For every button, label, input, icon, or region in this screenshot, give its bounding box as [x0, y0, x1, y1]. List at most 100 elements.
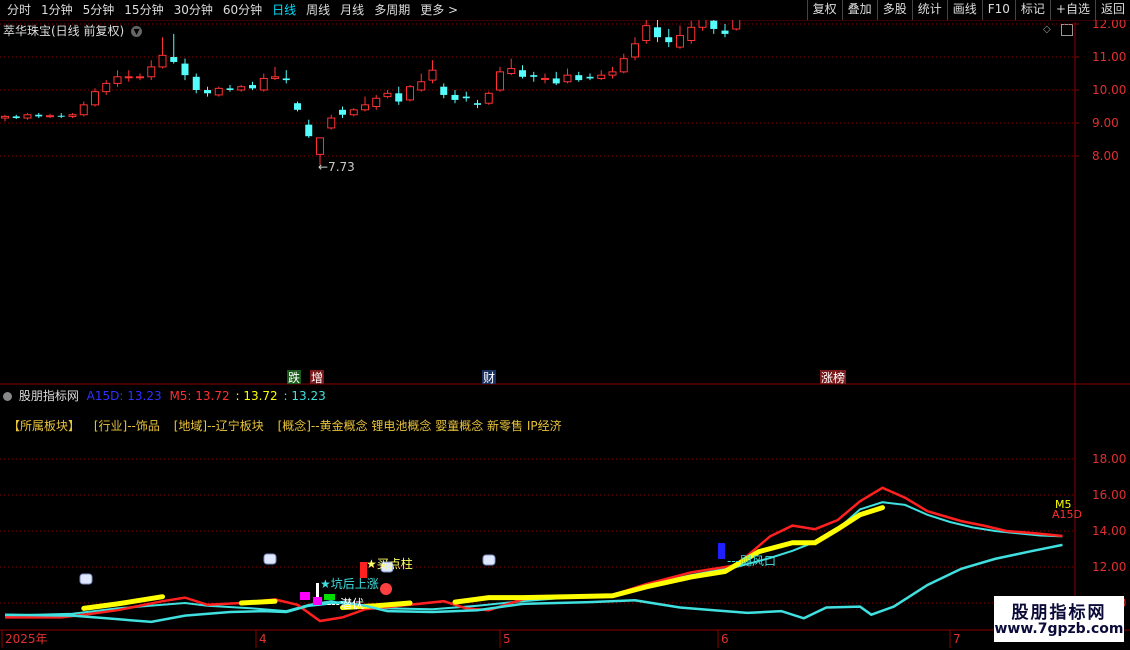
time-tick-label: 6: [721, 632, 729, 646]
event-marker-label: 财: [483, 371, 495, 385]
candle-body-up: [237, 86, 246, 91]
price-tick-label: 11.00: [1092, 50, 1126, 64]
tab-period[interactable]: 周线: [301, 0, 335, 20]
candle-body-down: [12, 116, 20, 119]
candle-body-up: [91, 91, 99, 106]
tab-period[interactable]: 分时: [2, 0, 36, 20]
tab-period-active[interactable]: 日线: [267, 0, 301, 20]
back-button[interactable]: 返回: [1094, 0, 1130, 20]
candle-body-down: [204, 90, 211, 94]
candle-body-up: [136, 76, 144, 79]
candle-body-up: [102, 82, 111, 93]
tab-period[interactable]: 5分钟: [78, 0, 120, 20]
tab-period[interactable]: 多周期: [369, 0, 415, 20]
candle-body-up: [124, 76, 133, 79]
candle-body-down: [519, 70, 526, 77]
candle-body-down: [305, 124, 313, 137]
multi-stock-button[interactable]: 多股: [876, 0, 912, 20]
candle-body-up: [361, 104, 369, 111]
candle-body-down: [710, 20, 718, 29]
action-buttons: 复权 叠加 多股 统计 画线 F10 标记 +自选 返回: [806, 0, 1130, 20]
tab-period[interactable]: 1分钟: [36, 0, 78, 20]
candle-body-down: [586, 76, 594, 79]
cup-icon: [263, 553, 277, 565]
candle-body-up: [597, 74, 606, 79]
candle-body-down: [654, 27, 661, 38]
draw-line-button[interactable]: 画线: [946, 0, 982, 20]
period-toolbar: 分时 1分钟 5分钟 15分钟 30分钟 60分钟 日线 周线 月线 多周期 更…: [0, 0, 1130, 21]
candle-body-down: [57, 115, 65, 117]
low-price-label: ←7.73: [318, 160, 355, 174]
indicator-tick-label: 16.00: [1092, 488, 1126, 502]
time-tick-label: 2025年: [5, 632, 48, 646]
candle-body-down: [665, 37, 673, 43]
cup-icon: [482, 554, 496, 566]
watermark-url: www.7gpzb.com: [994, 621, 1124, 637]
yellow-strength-segment: [238, 598, 278, 606]
hurricane-label: ---飓风口: [727, 554, 776, 568]
tab-period[interactable]: 15分钟: [119, 0, 168, 20]
candle-body-up: [406, 86, 414, 101]
hurricane-bar: [718, 543, 725, 559]
overlay-button[interactable]: 叠加: [841, 0, 877, 20]
candle-body-down: [181, 63, 189, 76]
candle-body-up: [349, 109, 358, 116]
candle-body-up: [158, 54, 167, 68]
watermark-logo: 股朋指标网 www.7gpzb.com: [994, 596, 1124, 642]
price-tick-label: 8.00: [1092, 149, 1119, 163]
candle-body-up: [608, 71, 617, 76]
candle-body-up: [147, 66, 156, 78]
signal-circle-icon: [380, 583, 392, 595]
adjust-button[interactable]: 复权: [806, 0, 842, 20]
candle-body-up: [113, 76, 122, 84]
candle-body-up: [316, 137, 324, 155]
event-marker-label: 增: [311, 371, 323, 385]
candle-body-down: [339, 109, 346, 115]
candle-body-down: [249, 85, 256, 89]
a15d-end-label: A15D: [1052, 508, 1082, 521]
ambush-label: ---潜伏: [327, 597, 364, 611]
candle-body-up: [642, 25, 651, 41]
candle-body-down: [474, 103, 481, 105]
mark-button[interactable]: 标记: [1014, 0, 1050, 20]
period-tabs: 分时 1分钟 5分钟 15分钟 30分钟 60分钟 日线 周线 月线 多周期 更…: [2, 0, 463, 20]
candle-body-up: [507, 68, 516, 74]
candle-body-up: [259, 77, 268, 91]
more-periods-button[interactable]: 更多 >: [415, 0, 463, 20]
candle-body-up: [79, 104, 88, 116]
candle-body-up: [271, 76, 279, 79]
candle-body-up: [1, 115, 9, 119]
event-marker-label: 涨榜: [821, 370, 845, 385]
candle-body-down: [451, 94, 459, 100]
f10-button[interactable]: F10: [981, 0, 1015, 20]
price-tick-label: 9.00: [1092, 116, 1119, 130]
indicator-tick-label: 14.00: [1092, 524, 1126, 538]
indicator-tick-label: 18.00: [1092, 452, 1126, 466]
add-watchlist-button[interactable]: +自选: [1049, 0, 1095, 20]
candle-body-up: [68, 114, 77, 117]
rebound-label: ★坑后上涨: [320, 576, 379, 591]
candle-body-up: [563, 74, 572, 83]
candle-body-up: [676, 35, 684, 48]
candle-body-down: [440, 86, 448, 95]
time-tick-label: 4: [259, 632, 267, 646]
statistics-button[interactable]: 统计: [911, 0, 947, 20]
a15d-line: [4, 543, 1063, 624]
tab-period[interactable]: 30分钟: [169, 0, 218, 20]
candle-body-up: [698, 20, 707, 28]
event-marker-label: 跌: [288, 370, 300, 385]
candle-body-up: [417, 81, 426, 91]
buy-point-label: ★买点柱: [366, 556, 413, 571]
candle-body-down: [530, 75, 538, 77]
price-tick-label: 12.00: [1092, 20, 1126, 31]
tab-period[interactable]: 60分钟: [218, 0, 267, 20]
chart-canvas: 16.0015.0014.0013.0012.0011.0010.009.008…: [0, 20, 1130, 648]
candle-body-up: [327, 117, 336, 129]
candle-body-down: [721, 30, 729, 34]
candle-body-up: [687, 26, 696, 41]
candle-body-down: [170, 57, 178, 62]
tab-period[interactable]: 月线: [335, 0, 369, 20]
candle-body-up: [484, 92, 493, 104]
candle-body-up: [619, 58, 628, 73]
watermark-title: 股朋指标网: [1011, 603, 1107, 623]
